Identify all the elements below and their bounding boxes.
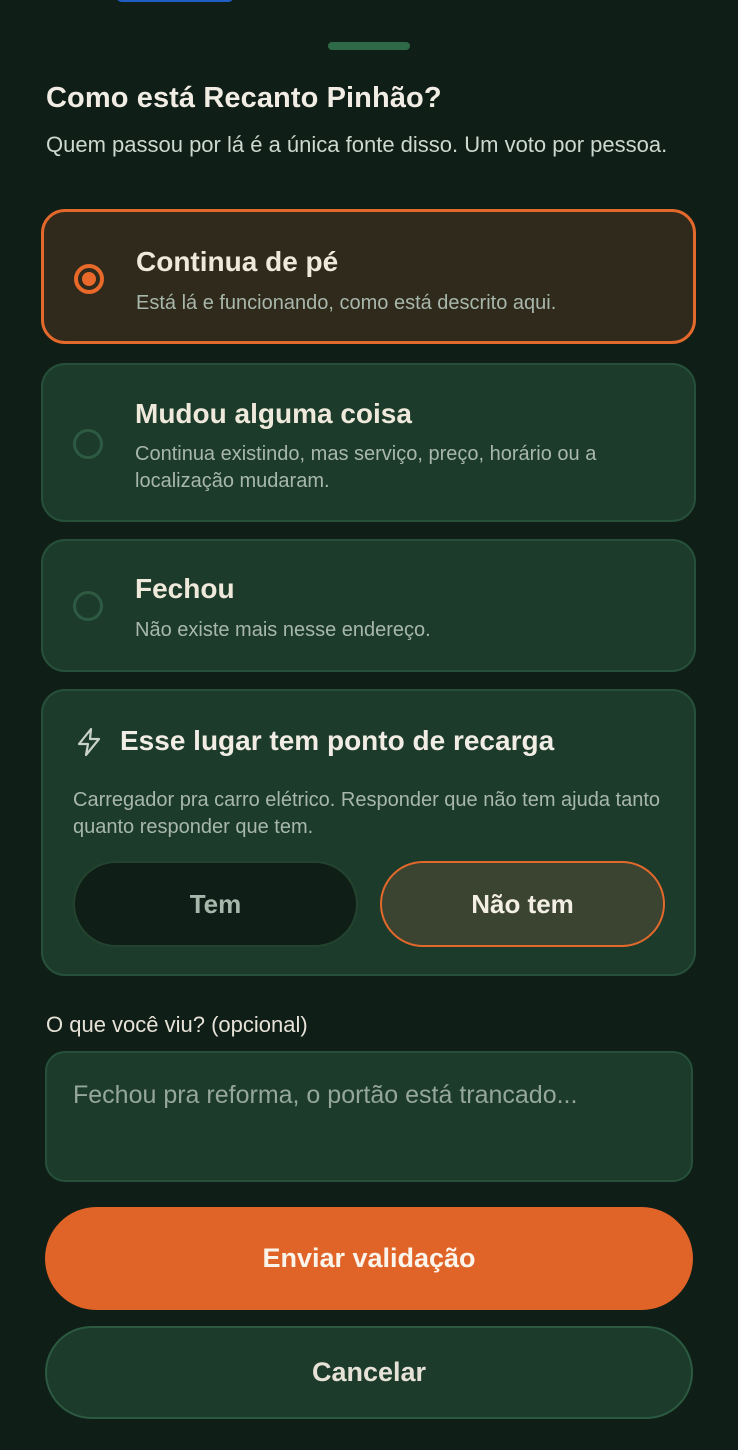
- charging-point-card: Esse lugar tem ponto de recarga Carregad…: [41, 689, 696, 976]
- option-continua-de-pe[interactable]: Continua de pé Está lá e funcionando, co…: [41, 209, 696, 344]
- option-mudou-alguma-coisa[interactable]: Mudou alguma coisa Continua existindo, m…: [41, 363, 696, 522]
- validation-sheet: Como está Recanto Pinhão? Quem passou po…: [0, 0, 738, 1450]
- radio-selected-icon[interactable]: [74, 264, 104, 294]
- option-title: Mudou alguma coisa: [135, 398, 412, 429]
- charging-no-button[interactable]: Não tem: [380, 861, 665, 947]
- sheet-subtitle: Quem passou por lá é a única fonte disso…: [46, 132, 668, 157]
- notes-label: O que você viu? (opcional): [46, 1012, 308, 1037]
- notes-textarea[interactable]: [45, 1051, 693, 1182]
- option-fechou[interactable]: Fechou Não existe mais nesse endereço.: [41, 539, 696, 672]
- radio-unselected-icon[interactable]: [73, 591, 103, 621]
- option-title: Continua de pé: [136, 246, 339, 277]
- option-title: Fechou: [135, 573, 235, 604]
- option-description: Não existe mais nesse endereço.: [135, 619, 431, 641]
- option-description: Está lá e funcionando, como está descrit…: [136, 292, 557, 314]
- sheet-title: Como está Recanto Pinhão?: [46, 82, 442, 114]
- cancel-button[interactable]: Cancelar: [45, 1326, 693, 1419]
- lightning-bolt-icon: [77, 727, 101, 757]
- option-description: Continua existindo, mas serviço, preço, …: [135, 443, 597, 492]
- charging-yes-button[interactable]: Tem: [73, 861, 358, 947]
- radio-unselected-icon[interactable]: [73, 429, 103, 459]
- charging-description: Carregador pra carro elétrico. Responder…: [73, 789, 661, 838]
- sheet-drag-handle[interactable]: [328, 42, 410, 50]
- background-peek-element: [116, 0, 234, 2]
- submit-validation-button[interactable]: Enviar validação: [45, 1207, 693, 1310]
- charging-title: Esse lugar tem ponto de recarga: [120, 725, 555, 756]
